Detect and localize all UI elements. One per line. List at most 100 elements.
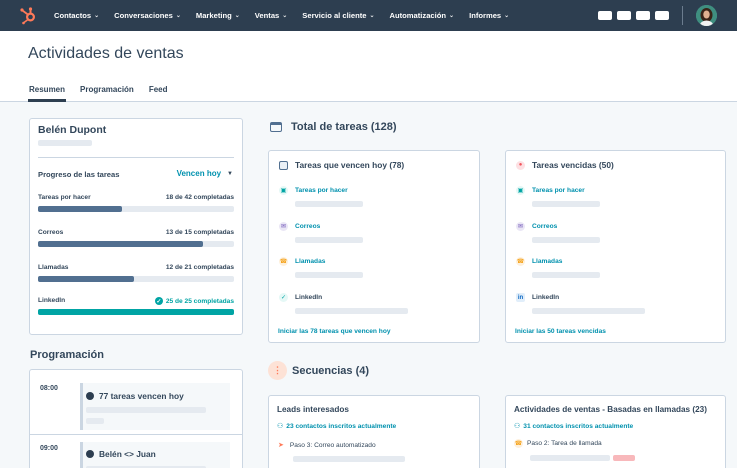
event-title: Belén <> Juan <box>99 449 156 459</box>
task-type-label: LinkedIn <box>532 294 560 301</box>
task-type-linkedin: ✓ LinkedIn <box>279 293 322 302</box>
progress-fill <box>38 206 123 212</box>
nav-button-3[interactable] <box>636 11 650 20</box>
alarm-icon: ● <box>516 160 525 170</box>
task-type-link[interactable]: Llamadas <box>295 258 325 265</box>
phone-icon: ☎ <box>279 257 288 266</box>
tab-resumen[interactable]: Resumen <box>27 85 67 102</box>
progress-label: Tareas por hacer <box>38 194 91 201</box>
placeholder-bar <box>295 201 363 207</box>
event-dot-icon <box>86 450 94 458</box>
sequence-card-2: Actividades de ventas - Basadas en llama… <box>505 395 726 468</box>
nav-label: Contactos <box>54 11 92 20</box>
progress-fill <box>38 276 135 282</box>
task-type-link[interactable]: Tareas por hacer <box>295 187 348 194</box>
chevron-down-icon: ⌄ <box>504 13 510 19</box>
user-avatar[interactable] <box>696 5 717 26</box>
enrolled-link[interactable]: 31 contactos inscritos actualmente <box>523 423 633 430</box>
nav-ventas[interactable]: Ventas ⌄ <box>255 11 288 20</box>
enrolled-row[interactable]: ⚇ 31 contactos inscritos actualmente <box>514 422 633 431</box>
schedule-slot: 08:00 77 tareas vencen hoy <box>30 370 242 435</box>
tab-feed[interactable]: Feed <box>149 85 168 101</box>
nav-label: Automatización <box>389 11 447 20</box>
enrolled-link[interactable]: 23 contactos inscritos actualmente <box>286 423 396 430</box>
progress-title: Progreso de las tareas <box>38 170 120 179</box>
slot-time: 08:00 <box>40 385 58 392</box>
start-due-today-link[interactable]: Iniciar las 78 tareas que vencen hoy <box>278 328 391 335</box>
placeholder-bar <box>295 272 363 278</box>
todo-icon: ▣ <box>279 186 288 195</box>
task-type-email[interactable]: ✉ Correos <box>279 222 320 231</box>
tab-programacion[interactable]: Programación <box>80 85 134 101</box>
event-dot-icon <box>86 392 94 400</box>
chevron-down-icon: ⌄ <box>234 13 240 19</box>
overdue-tag <box>613 455 635 461</box>
sequence-title: Actividades de ventas - Basadas en llama… <box>514 405 707 414</box>
contacts-icon: ⚇ <box>277 423 284 430</box>
progress-count: 13 de 15 completadas <box>165 229 234 236</box>
todo-icon: ▣ <box>516 186 525 195</box>
progress-label: LinkedIn <box>38 297 66 304</box>
schedule-event[interactable]: 77 tareas vencen hoy <box>80 383 230 430</box>
overdue-title: ● Tareas vencidas (50) <box>516 160 614 170</box>
nav-contactos[interactable]: Contactos ⌄ <box>54 11 99 20</box>
total-tasks-heading: Total de tareas (128) <box>270 121 397 133</box>
placeholder-bar <box>532 201 600 207</box>
task-progress-card: Belén Dupont Progreso de las tareas Venc… <box>29 118 243 335</box>
task-type-todo[interactable]: ▣ Tareas por hacer <box>516 186 585 195</box>
step-label: Paso 3: Correo automatizado <box>289 441 376 449</box>
task-type-call[interactable]: ☎ Llamadas <box>279 257 325 266</box>
task-type-call[interactable]: ☎ Llamadas <box>516 257 562 266</box>
start-overdue-link[interactable]: Iniciar las 50 tareas vencidas <box>515 328 606 335</box>
event-title-row: 77 tareas vencen hoy <box>86 391 184 401</box>
progress-track <box>38 206 234 212</box>
top-navigation: Contactos ⌄ Conversaciones ⌄ Marketing ⌄ Ve… <box>0 0 737 31</box>
send-icon: ➤ <box>278 442 284 449</box>
task-type-email[interactable]: ✉ Correos <box>516 222 557 231</box>
chevron-down-icon: ⌄ <box>175 13 181 19</box>
overdue-card: ● Tareas vencidas (50) ▣ Tareas por hace… <box>505 150 726 343</box>
chevron-down-icon: ⌄ <box>94 13 100 19</box>
sequences-heading: ⋮ Secuencias (4) <box>268 361 369 380</box>
task-type-link[interactable]: Correos <box>532 223 557 230</box>
task-type-link[interactable]: Tareas por hacer <box>532 187 585 194</box>
schedule-event[interactable]: Belén <> Juan <box>80 442 230 468</box>
task-type-link[interactable]: Llamadas <box>532 258 562 265</box>
progress-fill <box>38 241 203 247</box>
progress-count: 18 de 42 completadas <box>165 194 234 201</box>
nav-button-2[interactable] <box>617 11 631 20</box>
nav-informes[interactable]: Informes ⌄ <box>469 11 509 20</box>
schedule-slot: 09:00 Belén <> Juan <box>30 436 242 468</box>
step-label: Paso 2: Tarea de llamada <box>527 440 602 447</box>
check-circle-icon: ✓ <box>154 297 163 305</box>
nav-button-4[interactable] <box>655 11 669 20</box>
placeholder-bar <box>532 272 600 278</box>
enrolled-row[interactable]: ⚇ 23 contactos inscritos actualmente <box>277 422 396 431</box>
nav-servicio[interactable]: Servicio al cliente ⌄ <box>302 11 374 20</box>
calendar-icon <box>279 160 288 170</box>
phone-icon: ☎ <box>514 439 523 448</box>
task-type-todo[interactable]: ▣ Tareas por hacer <box>279 186 348 195</box>
hubspot-logo-icon[interactable] <box>19 6 38 25</box>
schedule-card: 08:00 77 tareas vencen hoy 09:00 Belén <… <box>29 369 243 468</box>
user-name: Belén Dupont <box>38 124 107 136</box>
due-filter-dropdown[interactable]: Vencen hoy ▼ <box>177 169 233 178</box>
nav-conversaciones[interactable]: Conversaciones ⌄ <box>114 11 181 20</box>
nav-button-1[interactable] <box>598 11 612 20</box>
calendar-icon <box>270 122 282 132</box>
sequence-icon: ⋮ <box>268 361 287 380</box>
card-title: Tareas que vencen hoy (78) <box>295 160 405 170</box>
placeholder-bar <box>295 237 363 243</box>
sequence-card-1: Leads interesados ⚇ 23 contactos inscrit… <box>268 395 480 468</box>
progress-count-complete: ✓ 25 de 25 completadas <box>154 297 234 305</box>
task-type-label: LinkedIn <box>295 294 323 301</box>
progress-count: 12 de 21 completadas <box>165 264 234 271</box>
sequences-title: Secuencias (4) <box>292 364 370 377</box>
task-type-link[interactable]: Correos <box>295 223 320 230</box>
nav-automatizacion[interactable]: Automatización ⌄ <box>390 11 455 20</box>
nav-marketing[interactable]: Marketing ⌄ <box>196 11 240 20</box>
due-today-title: Tareas que vencen hoy (78) <box>279 160 404 170</box>
card-title: Tareas vencidas (50) <box>532 160 614 170</box>
divider <box>38 157 234 158</box>
total-tasks-title: Total de tareas (128) <box>291 121 397 133</box>
